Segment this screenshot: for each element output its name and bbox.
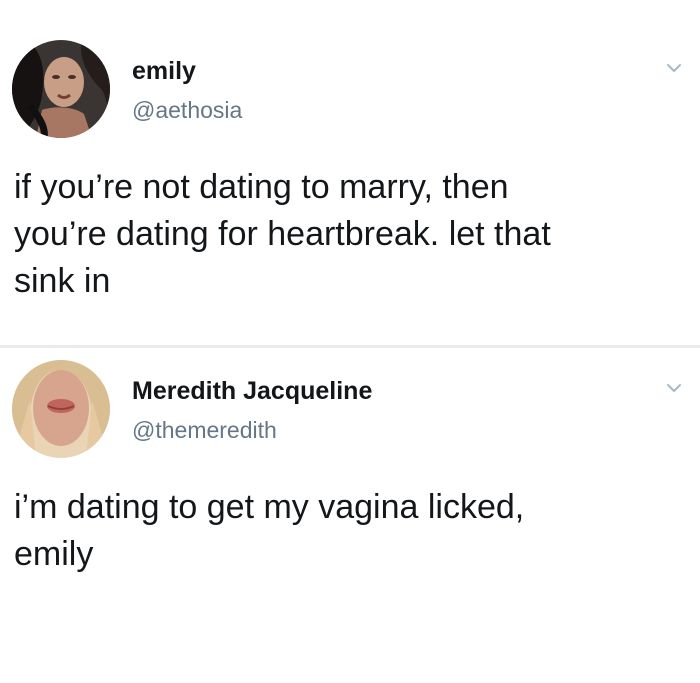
tweet-author: emily @aethosia: [132, 56, 242, 124]
avatar[interactable]: [12, 40, 110, 138]
display-name[interactable]: Meredith Jacqueline: [132, 376, 372, 406]
avatar[interactable]: [12, 360, 110, 458]
avatar-photo-icon: [12, 360, 110, 458]
user-handle[interactable]: @aethosia: [132, 96, 242, 124]
tweet-text: if you’re not dating to marry, then you’…: [14, 168, 551, 300]
tweet-text: i’m dating to get my vagina licked, emil…: [14, 488, 525, 573]
chevron-down-icon[interactable]: [666, 382, 682, 394]
chevron-down-icon[interactable]: [666, 62, 682, 74]
avatar-photo-icon: [12, 40, 110, 138]
tweet-card: Meredith Jacqueline @themeredith i’m dat…: [0, 348, 700, 683]
user-handle[interactable]: @themeredith: [132, 416, 372, 444]
tweet-author: Meredith Jacqueline @themeredith: [132, 376, 372, 444]
tweet-card: emily @aethosia if you’re not dating to …: [0, 0, 700, 346]
display-name[interactable]: emily: [132, 56, 242, 86]
